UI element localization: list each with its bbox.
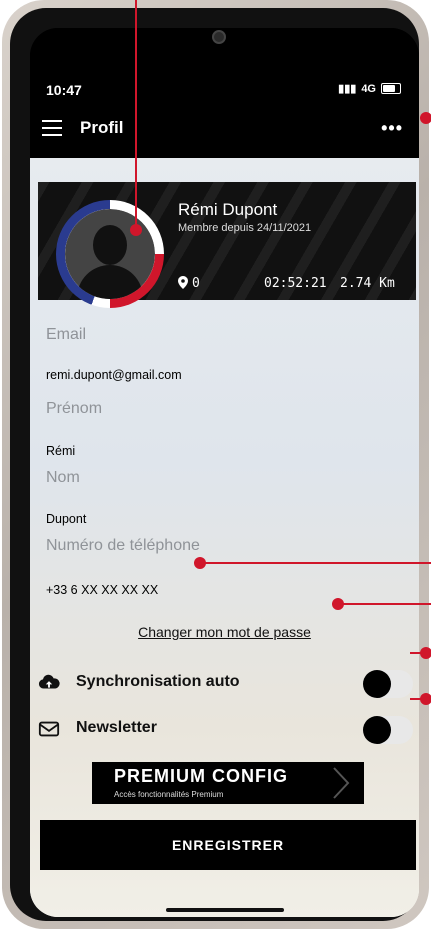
callout-dot-sync [420,647,431,659]
status-time: 10:47 [46,82,82,98]
callout-dot-avatar [130,224,142,236]
change-password-link[interactable]: Changer mon mot de passe [30,624,419,640]
lastname-field[interactable]: Dupont [46,512,86,526]
callout-dot-more [420,112,431,124]
envelope-icon [38,721,60,737]
more-options-icon[interactable]: ••• [381,118,403,139]
premium-subtitle: Accès fonctionnalités Premium [114,790,224,799]
network-type: 4G [361,82,376,95]
save-button[interactable]: ENREGISTRER [40,820,416,870]
avatar[interactable] [56,200,164,308]
avatar-image [65,209,155,299]
user-name: Rémi Dupont [178,200,278,219]
stat-distance: 2.74 Km [340,276,395,291]
newsletter-row: Newsletter [30,714,419,744]
phone-bezel: 10:47 ▮▮▮ 4G Profil ••• Rémi Dupont Memb… [10,8,419,921]
callout-line-phone [200,562,431,564]
sync-auto-toggle[interactable] [363,670,413,698]
premium-config-banner[interactable]: PREMIUM CONFIG Accès fonctionnalités Pre… [92,762,364,804]
sync-auto-row: Synchronisation auto [30,668,419,698]
home-indicator [166,908,284,912]
callout-dot-newsletter [420,693,431,705]
profile-content: Rémi Dupont Membre depuis 24/11/2021 0 0… [30,158,419,917]
lastname-label: Nom [46,469,80,486]
email-label: Email [46,326,87,343]
phone-field[interactable]: +33 6 XX XX XX XX [46,583,158,597]
top-bar: 10:47 ▮▮▮ 4G Profil ••• [30,28,419,158]
newsletter-label: Newsletter [76,719,157,736]
stat-duration: 02:52:21 [264,276,327,291]
firstname-field[interactable]: Rémi [46,444,75,458]
cloud-upload-icon [38,674,60,689]
profile-banner: Rémi Dupont Membre depuis 24/11/2021 0 0… [38,182,416,308]
hamburger-menu-icon[interactable] [42,120,62,136]
battery-icon [381,83,401,94]
callout-dot-phone [194,557,206,569]
sync-auto-label: Synchronisation auto [76,673,240,690]
signal-icon: ▮▮▮ [338,83,357,95]
callout-line-avatar [135,0,137,232]
app-screen: 10:47 ▮▮▮ 4G Profil ••• Rémi Dupont Memb… [30,28,419,917]
status-indicators: ▮▮▮ 4G [338,82,401,95]
firstname-label: Prénom [46,400,103,417]
app-header: Profil ••• [30,112,419,144]
callout-line-password [338,603,431,605]
page-title: Profil [80,118,124,137]
front-camera [212,30,226,44]
newsletter-toggle[interactable] [363,716,413,744]
stat-count: 0 [192,276,200,291]
callout-dot-password [332,598,344,610]
member-since: Membre depuis 24/11/2021 [178,222,312,234]
chevron-right-icon [333,767,350,799]
premium-title: PREMIUM CONFIG [114,766,288,786]
location-pin-icon [178,276,188,289]
email-field[interactable]: remi.dupont@gmail.com [46,368,182,382]
phone-label: Numéro de téléphone [46,537,200,554]
